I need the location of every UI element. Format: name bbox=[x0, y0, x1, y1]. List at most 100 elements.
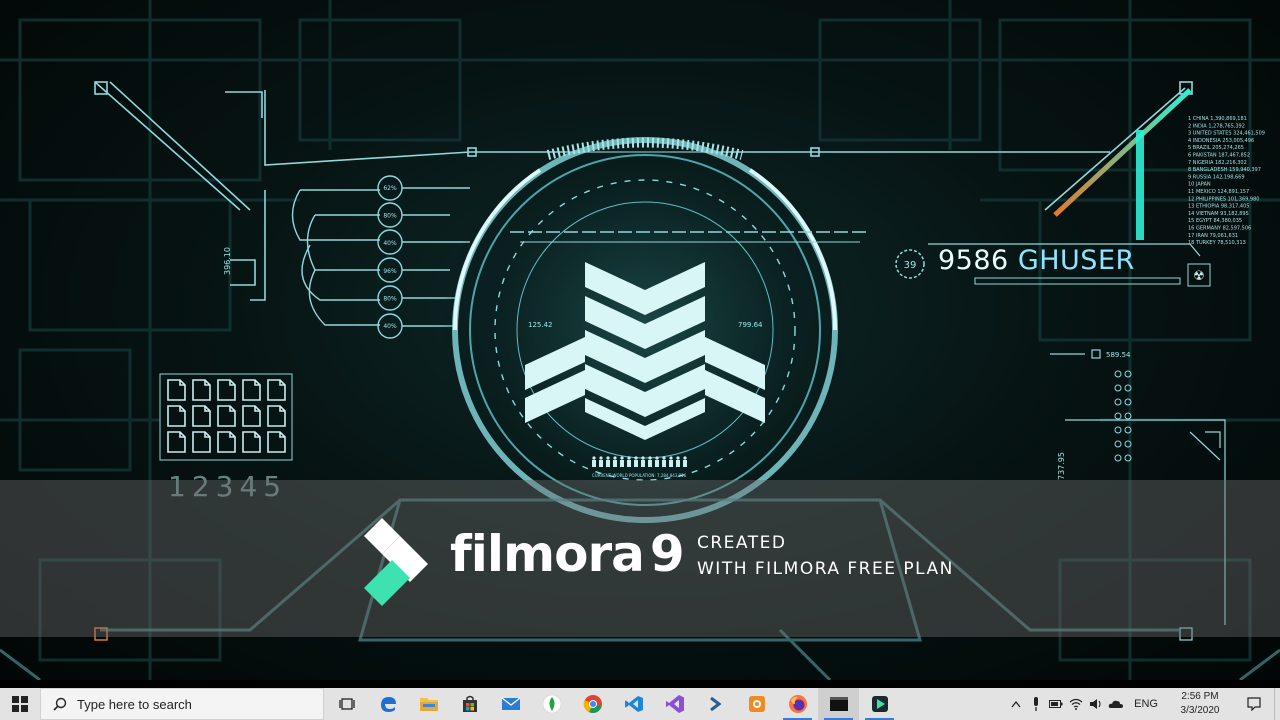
country-list-item: 13 ETHIOPIA 98,317,405 bbox=[1188, 204, 1249, 210]
speaker-icon bbox=[1090, 699, 1101, 709]
file-icon bbox=[242, 431, 261, 453]
percent-label: 62% bbox=[383, 185, 397, 192]
language-indicator[interactable]: ENG bbox=[1126, 698, 1166, 710]
volume-tray-button[interactable] bbox=[1086, 688, 1106, 720]
taskbar-app-console[interactable] bbox=[818, 688, 859, 720]
onedrive-tray-button[interactable] bbox=[1106, 688, 1126, 720]
filmora-tagline: CREATED WITH FILMORA FREE PLAN bbox=[697, 530, 997, 582]
country-list-item: 3 UNITED STATES 324,461,509 bbox=[1188, 131, 1265, 137]
task-view-button[interactable] bbox=[326, 688, 367, 720]
file-icon bbox=[242, 405, 261, 427]
battery-tray-button[interactable] bbox=[1046, 688, 1066, 720]
file-icon bbox=[217, 379, 236, 401]
clock-date: 3/3/2020 bbox=[1180, 705, 1220, 716]
pinned-apps bbox=[326, 688, 900, 720]
level-badge: 39 bbox=[904, 260, 917, 271]
store-icon bbox=[462, 695, 477, 712]
microphone-tray-button[interactable] bbox=[1026, 688, 1046, 720]
microphone-icon bbox=[1034, 697, 1039, 711]
file-icon bbox=[192, 405, 211, 427]
wifi-tray-button[interactable] bbox=[1066, 688, 1086, 720]
dot-indicator bbox=[1114, 398, 1122, 406]
firefox-icon bbox=[788, 695, 807, 713]
percent-label: 80% bbox=[383, 295, 397, 302]
country-list-item: 18 TURKEY 78,510,313 bbox=[1188, 240, 1246, 246]
start-button[interactable] bbox=[0, 688, 40, 720]
left-readout: 125.42 bbox=[528, 321, 553, 329]
mail-icon bbox=[501, 697, 520, 710]
cloud-icon bbox=[1108, 700, 1124, 708]
filmora-brand: filmora 9 bbox=[450, 524, 685, 584]
file-icon bbox=[192, 431, 211, 453]
country-list-item: 9 RUSSIA 142,198,669 bbox=[1188, 174, 1245, 180]
dot-indicator bbox=[1114, 384, 1122, 392]
country-list-item: 5 BRAZIL 205,274,265 bbox=[1188, 145, 1244, 151]
file-icon bbox=[167, 431, 186, 453]
taskbar-app-powershell[interactable] bbox=[695, 688, 736, 720]
country-list-item: 4 INDONESIA 253,005,496 bbox=[1188, 138, 1254, 144]
clock[interactable]: 2:56 PM 3/3/2020 bbox=[1166, 690, 1234, 718]
dot-indicator bbox=[1114, 426, 1122, 434]
user-id-label: 9586 GHUSER bbox=[938, 244, 1135, 278]
windows-logo-icon bbox=[12, 696, 28, 712]
notification-icon bbox=[1247, 697, 1261, 711]
console-icon bbox=[829, 697, 848, 711]
taskbar-app-firefox[interactable] bbox=[777, 688, 818, 720]
taskbar-search-box[interactable]: Type here to search bbox=[40, 688, 324, 720]
country-list-item: 16 GERMANY 82,597,506 bbox=[1188, 226, 1251, 232]
dot-indicator bbox=[1114, 412, 1122, 420]
file-icon bbox=[242, 379, 261, 401]
file-grid-icons bbox=[167, 379, 286, 453]
filmora-watermark: filmora 9 CREATED WITH FILMORA FREE PLAN bbox=[0, 480, 1280, 637]
file-icon bbox=[267, 431, 286, 453]
taskbar-app-visual-studio[interactable] bbox=[654, 688, 695, 720]
svg-text:☢: ☢ bbox=[1193, 268, 1205, 283]
tagline-line-2: WITH FILMORA FREE PLAN bbox=[697, 559, 954, 579]
vertical-left-value: 396.10 bbox=[223, 247, 232, 275]
taskbar-app-green[interactable] bbox=[531, 688, 572, 720]
country-list-item: 11 MEXICO 124,891,157 bbox=[1188, 189, 1249, 195]
search-icon bbox=[53, 697, 67, 711]
file-icon bbox=[267, 379, 286, 401]
population-caption: CURRENT WORLD POPULATION: 7,284,843,916 bbox=[592, 473, 687, 478]
show-hidden-icons-button[interactable] bbox=[1006, 688, 1026, 720]
taskbar-app-store[interactable] bbox=[449, 688, 490, 720]
folder-icon bbox=[419, 698, 438, 711]
chrome-icon bbox=[583, 695, 602, 713]
vertical-right-value: 737.95 bbox=[1057, 452, 1066, 480]
country-list-item: 10 JAPAN bbox=[1188, 182, 1211, 188]
taskbar-app-edge[interactable] bbox=[367, 688, 408, 720]
file-icon bbox=[192, 379, 211, 401]
leaf-icon bbox=[542, 694, 561, 714]
country-list-item: 15 EGYPT 84,380,035 bbox=[1188, 218, 1242, 224]
dot-indicator bbox=[1114, 454, 1122, 462]
tagline-line-1: CREATED bbox=[697, 533, 787, 553]
person-icon bbox=[683, 456, 687, 467]
action-center-button[interactable] bbox=[1234, 688, 1274, 720]
chevron-up-icon bbox=[1011, 700, 1021, 708]
powershell-icon bbox=[709, 696, 721, 712]
taskbar-app-photo[interactable] bbox=[736, 688, 777, 720]
taskbar-app-file-explorer[interactable] bbox=[408, 688, 449, 720]
country-list-item: 1 CHINA 1,390,869,181 bbox=[1188, 116, 1247, 122]
taskbar-app-chrome[interactable] bbox=[572, 688, 613, 720]
clock-time: 2:56 PM bbox=[1181, 691, 1219, 702]
edge-icon bbox=[380, 697, 396, 712]
person-icon bbox=[599, 456, 603, 467]
person-icon bbox=[648, 456, 652, 467]
user-name: GHUSER bbox=[1017, 245, 1135, 276]
percent-label: 40% bbox=[383, 240, 397, 247]
taskbar-app-filmora[interactable] bbox=[859, 688, 900, 720]
person-icon bbox=[655, 456, 659, 467]
show-desktop-button[interactable] bbox=[1274, 688, 1280, 720]
photo-app-icon bbox=[748, 696, 765, 712]
person-icon bbox=[627, 456, 631, 467]
file-icon bbox=[267, 405, 286, 427]
person-icon bbox=[620, 456, 624, 467]
taskbar-app-mail[interactable] bbox=[490, 688, 531, 720]
percent-label: 96% bbox=[383, 268, 397, 275]
file-icon bbox=[167, 405, 186, 427]
person-icon bbox=[676, 456, 680, 467]
vscode-icon bbox=[624, 696, 643, 712]
taskbar-app-vscode[interactable] bbox=[613, 688, 654, 720]
